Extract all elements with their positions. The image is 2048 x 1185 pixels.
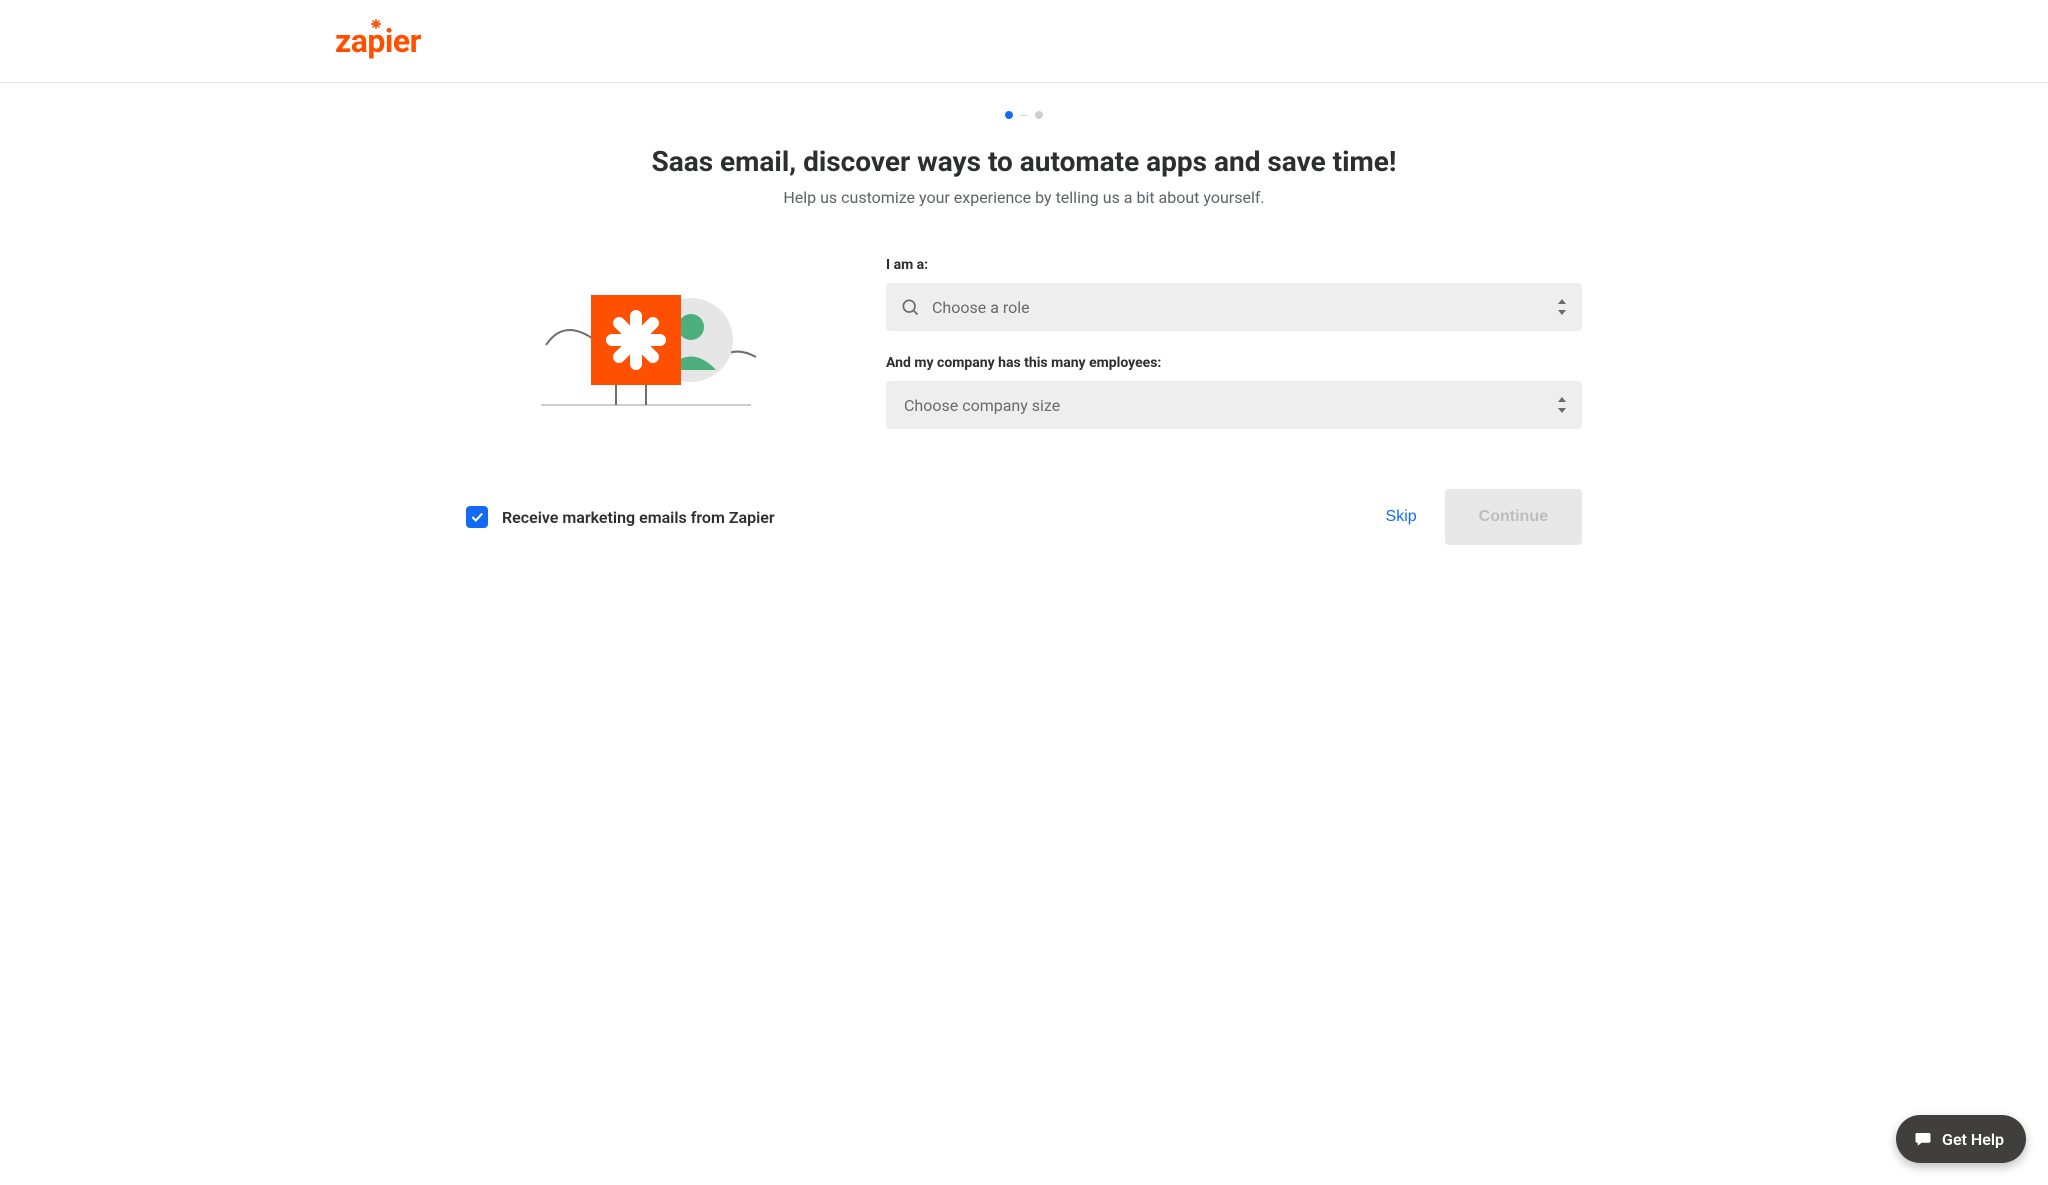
search-icon xyxy=(900,297,920,317)
onboarding-form: I am a: Choose a role And my xyxy=(466,255,1582,429)
get-help-label: Get Help xyxy=(1942,1130,2004,1149)
progress-step-1 xyxy=(1005,111,1013,119)
check-icon xyxy=(470,510,484,524)
skip-button[interactable]: Skip xyxy=(1386,508,1417,526)
form-footer: Receive marketing emails from Zapier Ski… xyxy=(466,489,1582,545)
company-size-field-block: And my company has this many employees: … xyxy=(886,355,1582,429)
progress-indicator xyxy=(0,83,2048,119)
role-select[interactable]: Choose a role xyxy=(886,283,1582,331)
form-actions: Skip Continue xyxy=(1386,489,1582,545)
company-size-select-placeholder: Choose company size xyxy=(904,396,1060,415)
progress-connector xyxy=(1019,115,1029,116)
updown-icon xyxy=(1556,397,1568,413)
company-size-select[interactable]: Choose company size xyxy=(886,381,1582,429)
role-select-placeholder: Choose a role xyxy=(932,298,1030,317)
brand-logo[interactable]: zapier xyxy=(335,25,421,57)
page-subtitle: Help us customize your experience by tel… xyxy=(0,188,2048,207)
form-fields: I am a: Choose a role And my xyxy=(886,255,1582,429)
illustration-svg xyxy=(506,265,786,425)
asterisk-icon xyxy=(371,19,381,29)
page-title: Saas email, discover ways to automate ap… xyxy=(0,145,2048,178)
get-help-button[interactable]: Get Help xyxy=(1896,1115,2026,1163)
marketing-checkbox-label: Receive marketing emails from Zapier xyxy=(502,508,775,527)
brand-wordmark: zapier xyxy=(335,25,421,57)
app-header: zapier xyxy=(0,0,2048,83)
continue-button[interactable]: Continue xyxy=(1445,489,1582,545)
headline-block: Saas email, discover ways to automate ap… xyxy=(0,145,2048,207)
updown-icon xyxy=(1556,299,1568,315)
marketing-checkbox-row[interactable]: Receive marketing emails from Zapier xyxy=(466,506,775,528)
onboarding-illustration xyxy=(466,255,826,425)
chat-icon xyxy=(1914,1130,1932,1148)
role-field-block: I am a: Choose a role xyxy=(886,257,1582,331)
company-size-field-label: And my company has this many employees: xyxy=(886,355,1582,371)
marketing-checkbox[interactable] xyxy=(466,506,488,528)
progress-step-2 xyxy=(1035,111,1043,119)
role-field-label: I am a: xyxy=(886,257,1582,273)
